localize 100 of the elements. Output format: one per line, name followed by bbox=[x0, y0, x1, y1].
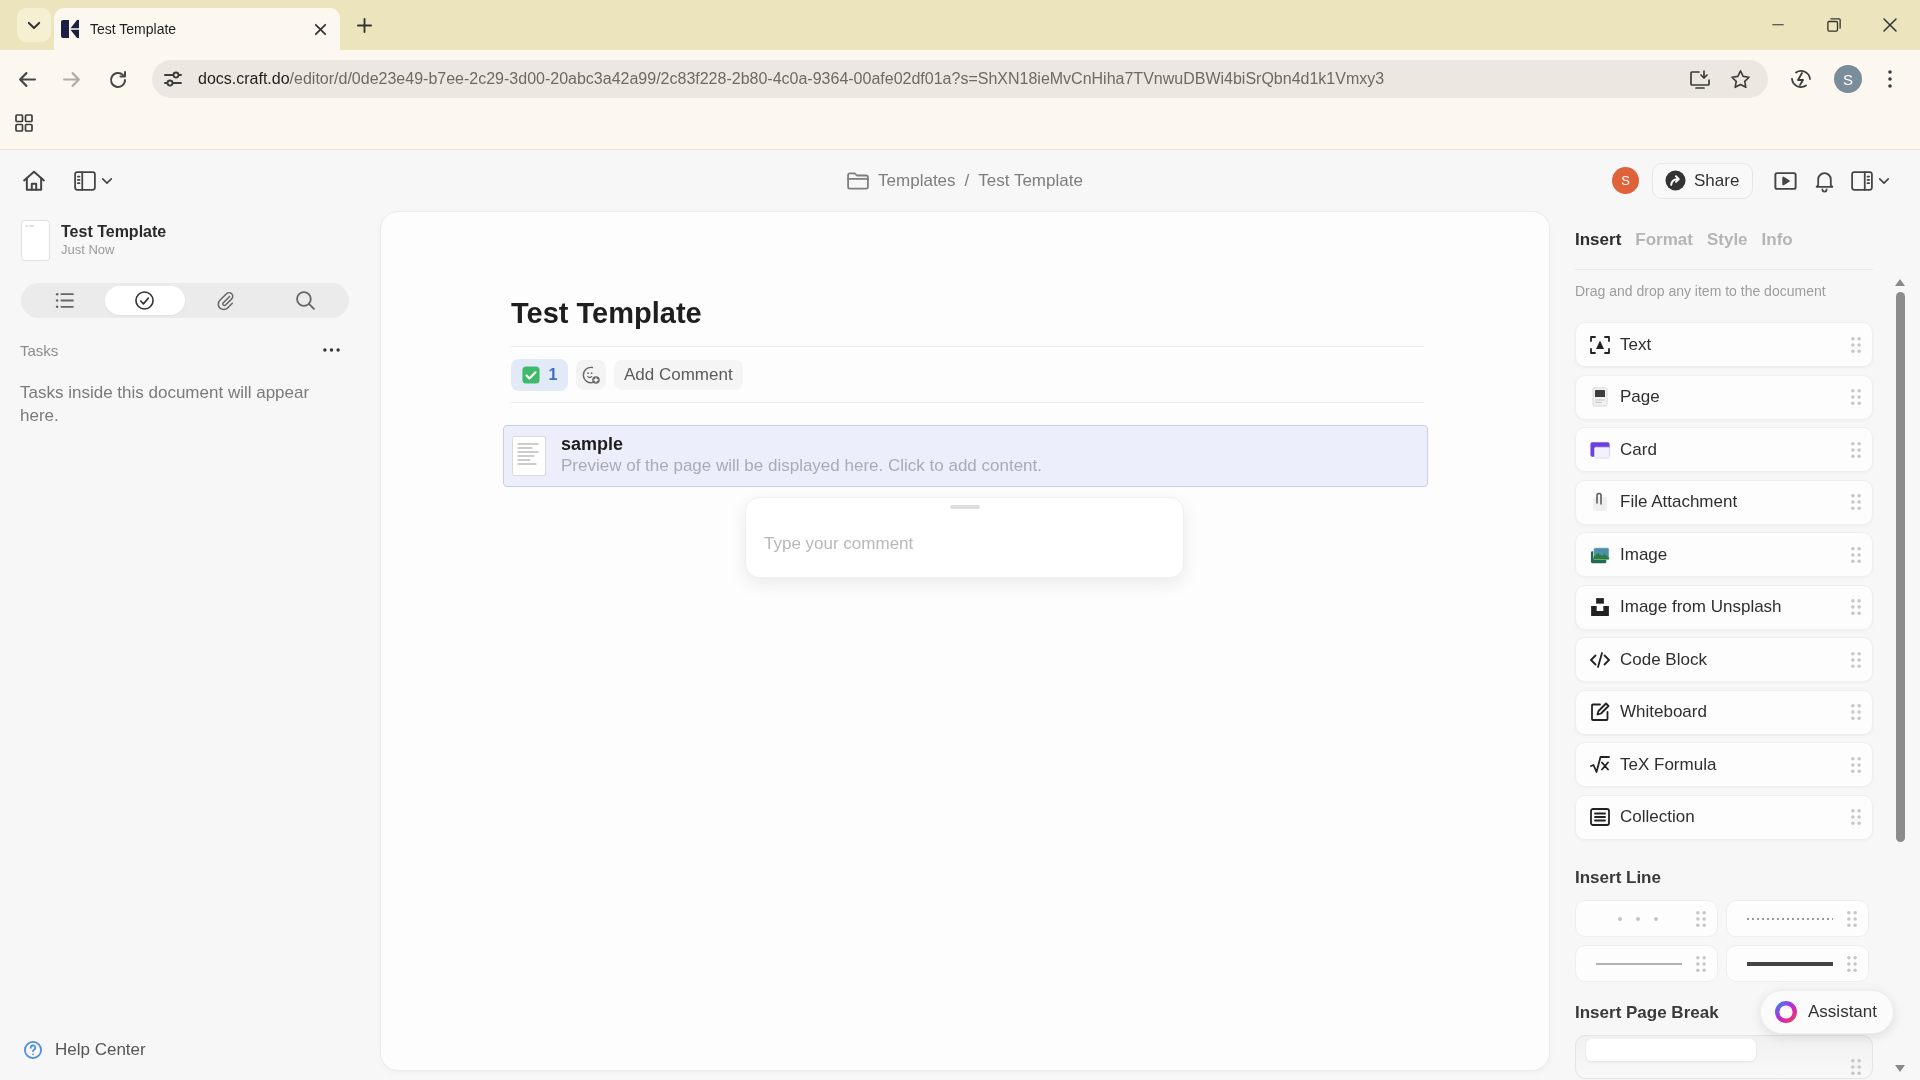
thick-line-icon bbox=[1747, 961, 1833, 966]
drag-handle-icon[interactable] bbox=[1851, 756, 1861, 773]
star-icon[interactable] bbox=[1731, 69, 1750, 89]
scroll-down-icon[interactable] bbox=[1895, 1065, 1905, 1072]
page-icon bbox=[1590, 387, 1610, 407]
drag-handle-icon[interactable] bbox=[1851, 1059, 1861, 1075]
site-settings-icon[interactable] bbox=[164, 72, 182, 86]
dotted-line-icon bbox=[1747, 917, 1833, 920]
document-name: Test Template bbox=[61, 222, 167, 242]
new-tab-icon[interactable] bbox=[357, 17, 372, 33]
insert-item[interactable]: Collection bbox=[1575, 794, 1873, 840]
back-icon[interactable] bbox=[18, 71, 36, 87]
emoji-add-icon bbox=[582, 366, 600, 384]
insert-item[interactable]: Text bbox=[1575, 322, 1873, 367]
code-icon bbox=[1590, 649, 1610, 670]
restore-icon[interactable] bbox=[1827, 18, 1841, 32]
close-icon[interactable] bbox=[1883, 18, 1897, 32]
caret-icon bbox=[102, 177, 112, 184]
paperclip-icon bbox=[215, 291, 235, 310]
insert-item[interactable]: Card bbox=[1575, 427, 1873, 472]
edit-square-icon bbox=[1590, 702, 1610, 722]
checked-box-icon bbox=[521, 366, 540, 384]
drag-handle-icon[interactable] bbox=[1851, 546, 1861, 563]
task-count-button[interactable]: 1 bbox=[511, 359, 568, 391]
list-icon bbox=[54, 291, 74, 310]
user-avatar[interactable]: S bbox=[1612, 167, 1639, 194]
reload-icon[interactable] bbox=[110, 70, 126, 88]
breadcrumb-current: Test Template bbox=[978, 170, 1083, 191]
drag-handle-icon[interactable] bbox=[1851, 599, 1861, 615]
caret-icon bbox=[28, 21, 40, 29]
scroll-up-icon[interactable] bbox=[1895, 279, 1905, 286]
insert-item[interactable]: Image bbox=[1575, 532, 1873, 577]
drag-handle-icon[interactable] bbox=[1851, 494, 1861, 510]
drag-handle-icon[interactable] bbox=[1696, 910, 1706, 927]
drag-handle-icon[interactable] bbox=[1847, 955, 1857, 972]
close-icon[interactable] bbox=[315, 23, 326, 35]
forward-icon[interactable] bbox=[62, 71, 80, 87]
drag-handle-icon[interactable] bbox=[1851, 441, 1861, 458]
address-bar[interactable]: docs.craft.do/editor/d/0de23e49-b7ee-2c29-3d00-20abc3a42a99/2c83f228-2b80-4c0a-9364-00afe02df01a?s=ShXN18ieMvCnHiha7TVnwuDBWi4biSrQbn4d1k1Vmxy3 bbox=[152, 60, 1768, 98]
line-option[interactable] bbox=[1726, 945, 1869, 982]
drag-handle-icon[interactable] bbox=[1851, 389, 1861, 405]
list-box-icon bbox=[1590, 807, 1610, 827]
insert-item[interactable]: Code Block bbox=[1575, 637, 1873, 682]
document-thumbnail-icon bbox=[21, 220, 50, 261]
tab-list-button[interactable] bbox=[17, 8, 51, 42]
breadcrumb-link[interactable]: Templates bbox=[878, 170, 956, 191]
logo-icon bbox=[60, 19, 80, 39]
comment-input[interactable]: Type your comment bbox=[746, 530, 1183, 558]
minimize-icon[interactable] bbox=[1771, 24, 1785, 26]
folder-icon bbox=[847, 171, 870, 190]
reaction-button[interactable] bbox=[576, 360, 606, 390]
drag-handle-icon[interactable] bbox=[1847, 910, 1857, 927]
menu-icon[interactable] bbox=[1888, 70, 1892, 88]
share-icon bbox=[1665, 170, 1686, 191]
panel-icon bbox=[1851, 170, 1874, 191]
drag-handle-icon[interactable] bbox=[1851, 704, 1861, 720]
tasks-tab[interactable] bbox=[104, 286, 185, 315]
more-icon[interactable] bbox=[323, 348, 340, 352]
drag-handle-icon[interactable] bbox=[1696, 955, 1706, 972]
insert-item[interactable]: Whiteboard bbox=[1575, 689, 1873, 735]
lightning-icon[interactable] bbox=[1791, 69, 1811, 89]
blocks-icon bbox=[1590, 597, 1610, 617]
panel-tab[interactable]: Insert bbox=[1575, 230, 1622, 250]
apps-icon[interactable] bbox=[15, 114, 33, 132]
empty-state-text: Tasks inside this document will appear here. bbox=[20, 382, 311, 427]
page-block[interactable]: sample Preview of the page will be displayed here. Click to add content. bbox=[503, 425, 1428, 487]
section-title: Tasks bbox=[20, 341, 59, 359]
caret-icon bbox=[1879, 177, 1890, 184]
check-circle-icon bbox=[135, 291, 155, 310]
insert-item[interactable]: Image from Unsplash bbox=[1575, 584, 1873, 630]
page-block-title: sample bbox=[561, 434, 625, 454]
browser-tab[interactable]: Test Template bbox=[54, 8, 340, 50]
sidebar-toggle[interactable] bbox=[74, 170, 112, 191]
insert-item[interactable]: TeX Formula bbox=[1575, 742, 1873, 787]
panel-toggle[interactable] bbox=[1851, 170, 1890, 191]
add-comment-button[interactable]: Add Comment bbox=[614, 360, 743, 390]
help-link[interactable]: Help Center bbox=[24, 1040, 146, 1060]
scrollbar-thumb[interactable] bbox=[1895, 292, 1905, 842]
home-icon[interactable] bbox=[23, 169, 45, 192]
square-root-icon bbox=[1590, 754, 1610, 775]
comment-popover[interactable]: Type your comment bbox=[745, 497, 1184, 578]
install-icon[interactable] bbox=[1690, 69, 1710, 89]
assistant-button[interactable]: Assistant bbox=[1760, 990, 1894, 1034]
bell-icon[interactable] bbox=[1815, 170, 1835, 191]
drag-handle-icon[interactable] bbox=[1851, 651, 1861, 668]
image-icon bbox=[1590, 544, 1610, 565]
last-edited: Just Now bbox=[61, 242, 116, 258]
insert-item[interactable]: Page bbox=[1575, 374, 1873, 420]
play-icon[interactable] bbox=[1774, 171, 1798, 190]
drag-handle-icon[interactable] bbox=[1851, 809, 1861, 825]
thin-line-icon bbox=[1596, 962, 1682, 965]
section-heading: Insert Page Break bbox=[1575, 1003, 1719, 1023]
search-icon bbox=[296, 291, 316, 310]
drag-handle-icon[interactable] bbox=[1851, 336, 1861, 353]
share-button[interactable]: Share bbox=[1652, 162, 1754, 199]
page-title: Test Template bbox=[511, 296, 703, 331]
breadcrumb-separator: / bbox=[964, 170, 970, 191]
url-text: docs.craft.do/editor/d/0de23e49-b7ee-2c29-3d00-20abc3a42a99/2c83f228-2b80-4c0a-9364-00afe02df01a?s=ShXN18ieMvCnHiha7TVnwuDBWi4biSrQbn4d1k1Vmxy3 bbox=[198, 70, 1386, 88]
sidebar-icon bbox=[74, 170, 96, 191]
insert-item[interactable]: File Attachment bbox=[1575, 479, 1873, 525]
